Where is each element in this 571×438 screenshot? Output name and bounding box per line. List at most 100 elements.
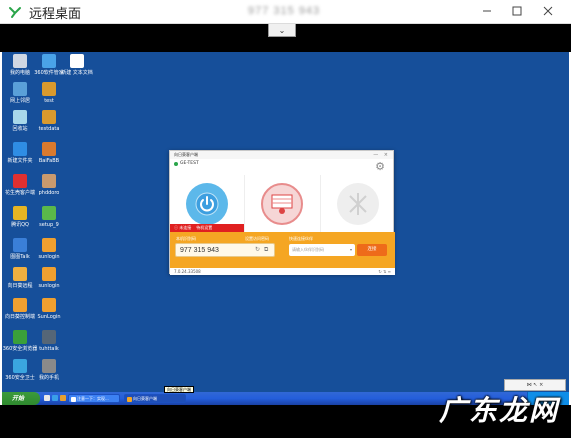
maximize-icon [512,6,522,16]
remote-float-toolbar[interactable]: ⋈ ↖ × [504,379,566,391]
desktop-icon-label: SunLogin [37,314,61,320]
minimize-icon [483,10,491,12]
desktop-icon[interactable]: 我的手机 [32,359,66,381]
desktop-icon-image [42,54,56,68]
quick-launch-ie-icon[interactable] [52,395,58,401]
desktop-icon[interactable]: sunlogin [32,267,66,289]
desktop-icon[interactable]: 新建 文本文档 [60,54,94,76]
notepad-icon [71,396,76,402]
desktop-icon[interactable]: BaiFaBB [32,142,66,164]
taskbar-item-sunlogin[interactable]: 向日葵客户端 [124,394,186,403]
alert-right-text: 待机设置 [196,225,213,230]
desktop-icon-image [13,82,27,96]
desktop-icon-label: sunlogin [38,254,60,260]
remote-desktop-title: 远程桌面 [29,7,82,22]
desktop-icon-image [42,82,56,96]
settings-gear-icon[interactable]: ⚙ [375,161,385,172]
desktop-icon-label: 向日葵远程 [7,283,33,289]
remote-desktop-area[interactable]: 我的电脑 360软件管家 新建 文本文档 网上邻居 test 回收站 testdata 新建文… [2,52,569,392]
desktop-control-panel[interactable] [245,175,321,232]
alert-left-text: ⓘ 未连接 [174,225,192,230]
desktop-icon-image [13,206,27,220]
taskbar-item-notepad[interactable]: 注意一下：实现... [68,394,120,403]
sunlogin-icon [127,396,132,402]
status-alert-bar[interactable]: ⓘ 未连接 待机设置 [170,224,244,232]
desktop-icon-label: 新建 文本文档 [61,70,93,76]
remote-desktop-titlebar: 远程桌面 977 315 943 [0,0,571,24]
network-icon [336,182,379,225]
sunlogin-window: 向日葵客户端 — × GE-TEST ⚙ ⓘ 未连接 待机设置 本机识别码 设置… [169,150,395,275]
desktop-icon-image [42,238,56,252]
desktop-icon[interactable]: sunlogin [32,238,66,260]
desktop-icon-label: phddoro [38,190,60,196]
desktop-icon[interactable]: testdata [32,110,66,132]
desktop-icon-label: sunlogin [38,283,60,289]
remote-label: 快速连接伙伴 [289,236,313,241]
id-label: 本机识别码 [176,236,196,241]
device-name: GE-TEST [180,161,199,166]
toolbar-dropdown-tab[interactable]: ⌄ [268,24,296,37]
desktop-icon-label: BaiFaBB [38,158,60,164]
taskbar-tooltip: 向日葵客户端 [164,386,194,393]
identification-code-text: 977 315 943 [180,247,219,254]
desktop-icon[interactable]: phddoro [32,174,66,196]
start-button[interactable]: 开始 [2,392,40,405]
taskbar-item-label: 向日葵客户端 [133,396,157,401]
remote-assist-panel[interactable]: ⓘ 未连接 待机设置 [170,175,246,232]
partner-id-placeholder: 请输入伙伴识别码 [292,247,324,252]
remote-desktop-logo-icon [9,7,21,18]
desktop-icon-label: 图图Talk [10,254,30,260]
desktop-icon[interactable]: setup_9 [32,206,66,228]
copy-icon[interactable]: ⧉ [264,247,268,253]
desktop-icon-image [13,267,27,281]
desktop-icon-image [13,110,27,124]
sunlogin-status: GE-TEST [170,159,393,168]
desktop-icon-image [42,298,56,312]
desktop-icon-image [42,330,56,344]
desktop-icon[interactable]: test [32,82,66,104]
desktop-icon-image [13,238,27,252]
verify-label[interactable]: 设置访问密码 [245,236,269,242]
desktop-icon-image [70,54,84,68]
desktop-icon-image [13,298,27,312]
desktop-icon[interactable]: SunLogin [32,298,66,320]
desktop-control-icon [261,182,304,225]
minimize-button[interactable] [472,0,502,22]
desktop-icon-label: 网上邻居 [9,98,30,104]
desktop-icon-image [13,54,27,68]
taskbar-item-label: 注意一下：实现... [77,396,109,401]
sunlogin-footer: 7.0.24.33508 ↻ ⇅ ≡ [170,268,395,275]
footer-icons[interactable]: ↻ ⇅ ≡ [378,268,391,275]
desktop-icon-image [42,110,56,124]
desktop-icon-image [42,174,56,188]
desktop-icon-image [42,267,56,281]
sunlogin-window-controls[interactable]: — × [373,151,390,159]
power-icon [186,182,229,225]
desktop-icon-label: 回收站 [12,126,28,132]
connect-button[interactable]: 连接 [357,244,387,256]
maximize-button[interactable] [502,0,532,22]
quick-launch-media-icon[interactable] [60,395,66,401]
partner-id-input[interactable]: 请输入伙伴识别码 ▾ [289,244,355,256]
sunlogin-titlebar: 向日葵客户端 — × [170,151,393,159]
remote-file-panel[interactable] [321,175,395,232]
desktop-icon-image [42,206,56,220]
desktop-icon-label: 我的手机 [38,375,59,381]
online-dot-icon [174,161,178,166]
dropdown-arrow-icon[interactable]: ▾ [350,244,352,256]
desktop-icon-image [13,359,27,373]
close-icon [543,6,553,16]
start-label: 开始 [12,395,25,402]
refresh-icon[interactable]: ↻ [255,247,260,253]
quick-launch-desktop-icon[interactable] [44,395,50,401]
desktop-icon-label: tuhttalk [39,346,59,352]
close-button[interactable] [533,0,563,22]
remote-host-id: 977 315 943 [248,5,321,17]
desktop-icon-image [13,330,27,344]
sunlogin-title: 向日葵客户端 [174,152,198,157]
desktop-icon-label: 新建文件夹 [7,158,33,164]
watermark-text: 广东龙网 [438,394,559,427]
desktop-icon-image [42,359,56,373]
desktop-icon-image [13,174,27,188]
desktop-icon[interactable]: tuhttalk [32,330,66,352]
